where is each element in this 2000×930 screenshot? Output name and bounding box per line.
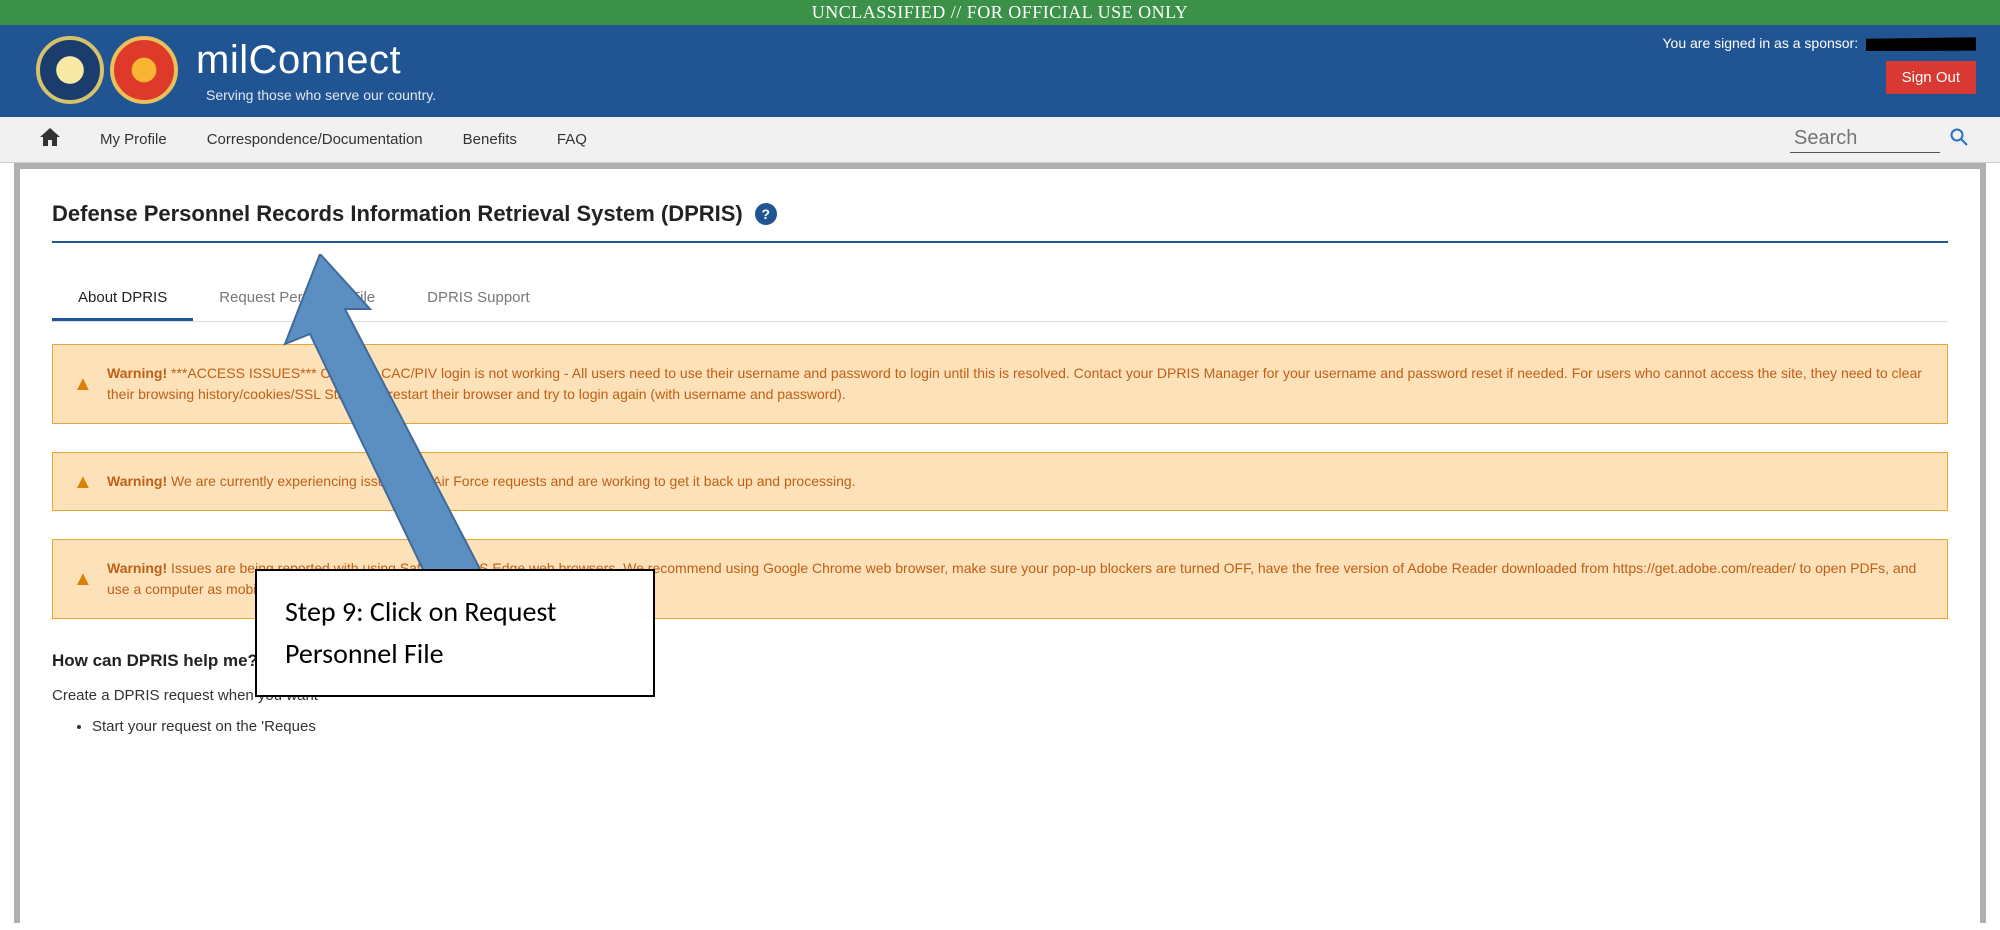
howcan-heading: How can DPRIS help me? [52, 651, 1948, 671]
tabs: About DPRIS Request Personnel File DPRIS… [52, 279, 1948, 322]
site-header: milConnect Serving those who serve our c… [0, 25, 2000, 117]
page-title: Defense Personnel Records Information Re… [52, 201, 743, 227]
page-title-row: Defense Personnel Records Information Re… [52, 201, 1948, 243]
nav-benefits[interactable]: Benefits [463, 131, 517, 148]
alert-prefix: Warning! [107, 365, 167, 381]
signed-in-text: You are signed in as a sponsor: [1662, 35, 1976, 51]
main-content: Defense Personnel Records Information Re… [14, 163, 1986, 923]
site-subtitle: Serving those who serve our country. [206, 87, 436, 103]
alert-access-issues: ▲ Warning! ***ACCESS ISSUES*** Currently… [52, 344, 1948, 424]
header-user-area: You are signed in as a sponsor: Sign Out [1662, 35, 1976, 94]
dmdc-seal-icon [110, 36, 178, 104]
tab-dpris-support[interactable]: DPRIS Support [401, 279, 556, 321]
nav-faq[interactable]: FAQ [557, 131, 587, 148]
search-input[interactable] [1790, 125, 1940, 153]
nav-my-profile[interactable]: My Profile [100, 131, 167, 148]
warning-icon: ▲ [73, 369, 93, 399]
classification-banner: UNCLASSIFIED // FOR OFFICIAL USE ONLY [0, 0, 2000, 25]
signed-in-label: You are signed in as a sponsor: [1662, 35, 1858, 51]
alert-browser: ▲ Warning! Issues are being reported wit… [52, 539, 1948, 619]
warning-icon: ▲ [73, 467, 93, 497]
howcan-subtitle: Create a DPRIS request when you want [52, 687, 1948, 704]
alert-air-force: ▲ Warning! We are currently experiencing… [52, 452, 1948, 511]
site-title: milConnect [196, 38, 436, 83]
warning-icon: ▲ [73, 564, 93, 594]
home-icon[interactable] [40, 128, 60, 152]
alert-text: ***ACCESS ISSUES*** Currently CAC/PIV lo… [107, 365, 1922, 402]
alert-text: Issues are being reported with using Saf… [107, 560, 1916, 597]
howcan-list: Start your request on the 'Reques [92, 718, 1948, 735]
search-icon[interactable] [1950, 128, 1968, 151]
sign-out-button[interactable]: Sign Out [1886, 61, 1976, 94]
help-icon[interactable]: ? [755, 203, 777, 225]
alert-text: We are currently experiencing issues wit… [167, 473, 855, 489]
tab-about-dpris[interactable]: About DPRIS [52, 279, 193, 321]
nav-bar: My Profile Correspondence/Documentation … [0, 117, 2000, 163]
howcan-list-item: Start your request on the 'Reques [92, 718, 1948, 735]
search-wrap [1790, 125, 1968, 153]
nav-correspondence[interactable]: Correspondence/Documentation [207, 131, 423, 148]
redacted-username [1866, 37, 1976, 51]
alert-prefix: Warning! [107, 560, 167, 576]
dod-seal-icon [36, 36, 104, 104]
alert-prefix: Warning! [107, 473, 167, 489]
brand-block: milConnect Serving those who serve our c… [196, 38, 436, 103]
tab-request-personnel-file[interactable]: Request Personnel File [193, 279, 401, 321]
